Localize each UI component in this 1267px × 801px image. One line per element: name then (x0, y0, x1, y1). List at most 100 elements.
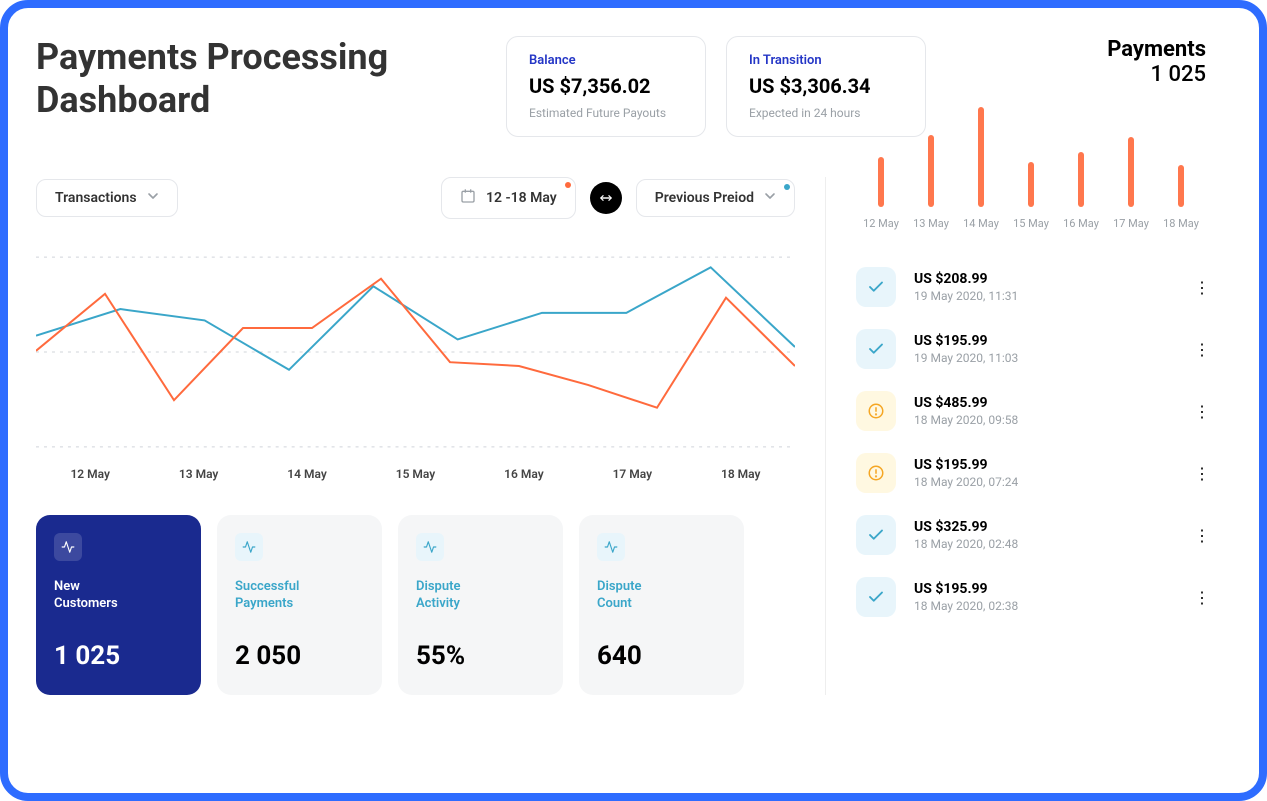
previous-period-label: Previous Preiod (655, 190, 754, 206)
payment-time: 18 May 2020, 02:48 (914, 537, 1176, 551)
bar (978, 107, 984, 207)
bar (1128, 137, 1134, 207)
indicator-dot-icon (784, 184, 790, 190)
transactions-dropdown[interactable]: Transactions (36, 179, 178, 217)
stat-cards-row: NewCustomers 1 025 SuccessfulPayments 2 … (36, 515, 795, 695)
payment-info: US $195.99 18 May 2020, 02:38 (914, 581, 1176, 613)
chevron-down-icon (147, 190, 159, 206)
payment-item[interactable]: US $485.99 18 May 2020, 09:58 ⋮ (856, 391, 1206, 431)
check-icon (856, 329, 896, 369)
stat-value: 640 (597, 641, 726, 671)
swap-button[interactable] (590, 182, 622, 214)
payments-bar-chart: 12 May 13 May 14 May 15 May 16 May 17 May 18 M… (856, 97, 1206, 237)
balance-card: Balance US $7,356.02 Estimated Future Pa… (506, 36, 706, 137)
activity-icon (416, 533, 444, 561)
calendar-icon (460, 188, 476, 208)
chart-controls: Transactions 12 -18 May (36, 177, 795, 219)
right-column: Payments 1 025 12 May13 May14 May15 May1… (826, 37, 1206, 695)
bar-label: 12 May (863, 217, 899, 230)
chevron-down-icon (764, 190, 776, 206)
payment-amount: US $195.99 (914, 581, 1176, 597)
payment-item[interactable]: US $208.99 19 May 2020, 11:31 ⋮ (856, 267, 1206, 307)
bar (928, 135, 934, 207)
payment-amount: US $195.99 (914, 333, 1176, 349)
payments-header: Payments 1 025 (856, 37, 1206, 87)
bar-label: 14 May (963, 217, 999, 230)
bar-label: 18 May (1163, 217, 1199, 230)
payments-count: 1 025 (856, 62, 1206, 87)
bar (878, 157, 884, 207)
more-icon[interactable]: ⋮ (1194, 588, 1206, 607)
balance-value: US $7,356.02 (529, 74, 683, 98)
stat-label: NewCustomers (54, 579, 183, 613)
payment-info: US $325.99 18 May 2020, 02:48 (914, 519, 1176, 551)
main-row: Transactions 12 -18 May (36, 177, 1231, 695)
stat-card-dispute-activity[interactable]: DisputeActivity 55% (398, 515, 563, 695)
stat-value: 1 025 (54, 641, 183, 671)
payment-item[interactable]: US $195.99 18 May 2020, 02:38 ⋮ (856, 577, 1206, 617)
stat-card-dispute-count[interactable]: DisputeCount 640 (579, 515, 744, 695)
payment-info: US $485.99 18 May 2020, 09:58 (914, 395, 1176, 427)
more-icon[interactable]: ⋮ (1194, 340, 1206, 359)
x-axis-label: 16 May (504, 467, 544, 481)
previous-period-dropdown[interactable]: Previous Preiod (636, 179, 795, 217)
payment-time: 18 May 2020, 09:58 (914, 413, 1176, 427)
balance-label: Balance (529, 53, 683, 68)
left-column: Transactions 12 -18 May (36, 177, 826, 695)
payment-info: US $195.99 18 May 2020, 07:24 (914, 457, 1176, 489)
payment-info: US $195.99 19 May 2020, 11:03 (914, 333, 1176, 365)
more-icon[interactable]: ⋮ (1194, 464, 1206, 483)
alert-icon (856, 391, 896, 431)
alert-icon (856, 453, 896, 493)
page-title: Payments Processing Dashboard (36, 36, 486, 122)
payment-amount: US $195.99 (914, 457, 1176, 473)
payments-list: US $208.99 19 May 2020, 11:31 ⋮ US $195.… (856, 267, 1206, 617)
indicator-dot-icon (565, 182, 571, 188)
stat-card-successful-payments[interactable]: SuccessfulPayments 2 050 (217, 515, 382, 695)
check-icon (856, 515, 896, 555)
bar-chart-x-axis: 12 May 13 May 14 May 15 May 16 May 17 May 18 M… (856, 217, 1206, 230)
payment-info: US $208.99 19 May 2020, 11:31 (914, 271, 1176, 303)
bar-label: 15 May (1013, 217, 1049, 230)
activity-icon (54, 533, 82, 561)
payment-time: 18 May 2020, 02:38 (914, 599, 1176, 613)
x-axis-label: 18 May (721, 467, 761, 481)
bar (1178, 165, 1184, 207)
bar-label: 13 May (913, 217, 949, 230)
balance-sub: Estimated Future Payouts (529, 106, 683, 120)
stat-value: 2 050 (235, 641, 364, 671)
stat-label: DisputeCount (597, 579, 726, 613)
more-icon[interactable]: ⋮ (1194, 278, 1206, 297)
payment-item[interactable]: US $195.99 19 May 2020, 11:03 ⋮ (856, 329, 1206, 369)
bar (1078, 152, 1084, 207)
x-axis-label: 17 May (613, 467, 653, 481)
transactions-label: Transactions (55, 190, 137, 206)
more-icon[interactable]: ⋮ (1194, 402, 1206, 421)
more-icon[interactable]: ⋮ (1194, 526, 1206, 545)
x-axis-label: 15 May (396, 467, 436, 481)
date-range-picker[interactable]: 12 -18 May (441, 177, 576, 219)
x-axis-label: 14 May (287, 467, 327, 481)
bar-label: 17 May (1113, 217, 1149, 230)
stat-value: 55% (416, 641, 545, 671)
x-axis-label: 13 May (179, 467, 219, 481)
bar-label: 16 May (1063, 217, 1099, 230)
dashboard-frame: Payments Processing Dashboard Balance US… (0, 0, 1267, 801)
transactions-line-chart (36, 247, 795, 457)
bar (1028, 162, 1034, 207)
stat-card-new-customers[interactable]: NewCustomers 1 025 (36, 515, 201, 695)
activity-icon (235, 533, 263, 561)
payment-time: 19 May 2020, 11:31 (914, 289, 1176, 303)
payment-amount: US $208.99 (914, 271, 1176, 287)
x-axis-label: 12 May (70, 467, 110, 481)
payment-time: 18 May 2020, 07:24 (914, 475, 1176, 489)
payment-time: 19 May 2020, 11:03 (914, 351, 1176, 365)
stat-label: DisputeActivity (416, 579, 545, 613)
check-icon (856, 267, 896, 307)
payment-amount: US $485.99 (914, 395, 1176, 411)
payment-item[interactable]: US $325.99 18 May 2020, 02:48 ⋮ (856, 515, 1206, 555)
date-range-label: 12 -18 May (486, 190, 557, 206)
check-icon (856, 577, 896, 617)
payment-item[interactable]: US $195.99 18 May 2020, 07:24 ⋮ (856, 453, 1206, 493)
payments-title: Payments (856, 37, 1206, 62)
